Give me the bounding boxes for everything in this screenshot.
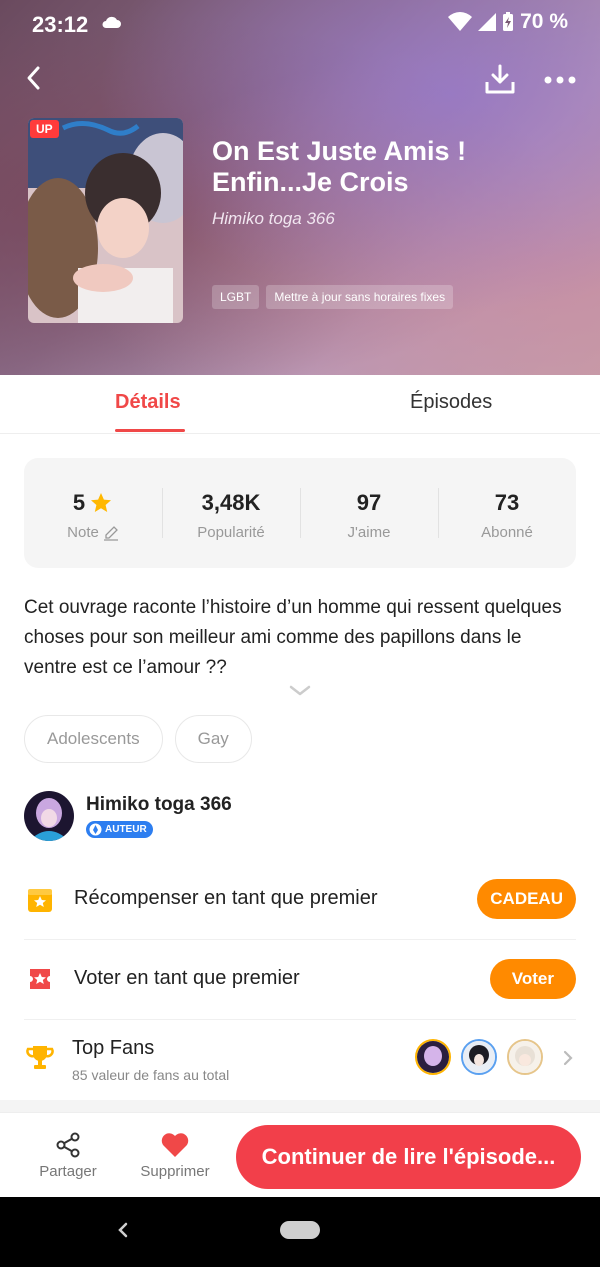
- reward-label: Récompenser en tant que premier: [74, 887, 378, 909]
- share-icon: [56, 1132, 80, 1158]
- stat-popularity: 3,48K Popularité: [162, 458, 300, 568]
- more-options-icon[interactable]: [540, 62, 580, 98]
- edit-icon: [103, 525, 118, 541]
- vote-button[interactable]: Voter: [489, 959, 576, 999]
- nav-home-pill[interactable]: [280, 1221, 320, 1239]
- author-row[interactable]: Himiko toga 366 AUTEUR: [24, 790, 576, 842]
- stat-subscribers-value: 73: [494, 490, 520, 515]
- delete-button[interactable]: Supprimer: [130, 1131, 220, 1180]
- genre-list: Adolescents Gay: [24, 715, 252, 763]
- stat-popularity-label: Popularité: [197, 524, 265, 541]
- status-bar: 23:12 70 %: [0, 0, 600, 48]
- vote-label: Voter en tant que premier: [74, 967, 300, 989]
- stat-rating-label: Note: [67, 524, 99, 541]
- vote-ticket-icon: [30, 969, 50, 989]
- bottom-action-bar: Partager Supprimer Continuer de lire l'é…: [0, 1112, 600, 1198]
- top-fans-row[interactable]: Top Fans 85 valeur de fans au total: [24, 1019, 576, 1099]
- status-time: 23:12: [32, 12, 89, 37]
- section-divider: [0, 1100, 600, 1112]
- stat-popularity-value: 3,48K: [201, 490, 261, 515]
- book-cover[interactable]: [28, 118, 183, 323]
- delete-label: Supprimer: [140, 1163, 210, 1180]
- share-label: Partager: [39, 1163, 97, 1180]
- stat-likes-value: 97: [356, 490, 382, 515]
- tab-episodes[interactable]: Épisodes: [410, 391, 492, 414]
- hero-header: 23:12 70 % UP On Est Juste Amis ! Enfin.…: [0, 0, 600, 375]
- stat-subscribers: 73 Abonné: [438, 458, 576, 568]
- back-icon[interactable]: [18, 60, 54, 96]
- wifi-icon: [448, 12, 473, 31]
- author-badge: AUTEUR: [86, 821, 153, 838]
- book-title: On Est Juste Amis ! Enfin...Je Crois: [212, 136, 467, 197]
- author-name: Himiko toga 366: [86, 794, 232, 815]
- reward-row: Récompenser en tant que premier CADEAU: [24, 859, 576, 940]
- tab-details[interactable]: Détails: [115, 391, 181, 414]
- stat-likes: 97 J'aime: [300, 458, 438, 568]
- tab-active-indicator: [115, 429, 185, 432]
- gift-icon: [28, 889, 52, 912]
- up-badge: UP: [30, 120, 59, 138]
- author-badge-label: AUTEUR: [105, 824, 147, 835]
- star-icon: [91, 493, 112, 512]
- top-fans-subtitle: 85 valeur de fans au total: [72, 1067, 230, 1083]
- tab-bar: Détails Épisodes: [0, 375, 600, 434]
- heart-icon: [161, 1133, 189, 1157]
- system-nav-bar: [0, 1197, 600, 1267]
- tag-list: LGBT Mettre à jour sans horaires fixes: [212, 285, 454, 309]
- stats-panel: 5 Note 3,48K Popularité 97 J'aime 73 Abo…: [24, 458, 576, 568]
- continue-reading-button[interactable]: Continuer de lire l'épisode...: [236, 1125, 581, 1189]
- signal-icon: [478, 13, 497, 31]
- nav-back-icon[interactable]: [115, 1219, 131, 1241]
- book-author[interactable]: Himiko toga 366: [212, 209, 335, 229]
- tag-lgbt[interactable]: LGBT: [212, 285, 260, 309]
- vote-row: Voter en tant que premier Voter: [24, 939, 576, 1020]
- cloud-icon: [102, 16, 121, 28]
- top-fans-title: Top Fans: [72, 1037, 155, 1059]
- fan-avatar-1: [415, 1039, 451, 1075]
- chevron-right-icon[interactable]: [562, 1049, 574, 1067]
- quill-icon: [89, 823, 102, 836]
- stat-rating-value: 5: [72, 490, 86, 515]
- share-button[interactable]: Partager: [23, 1131, 113, 1180]
- fan-avatar-2: [461, 1039, 497, 1075]
- chevron-down-icon[interactable]: [288, 684, 312, 698]
- fan-avatar-3: [507, 1039, 543, 1075]
- genre-gay[interactable]: Gay: [174, 715, 252, 763]
- stat-subscribers-label: Abonné: [481, 524, 533, 541]
- genre-adolescents[interactable]: Adolescents: [24, 715, 163, 763]
- tag-schedule[interactable]: Mettre à jour sans horaires fixes: [266, 285, 454, 309]
- avatar[interactable]: [24, 791, 74, 841]
- battery-level: 70 %: [520, 10, 568, 33]
- stat-likes-label: J'aime: [347, 524, 391, 541]
- book-description: Cet ouvrage raconte l’histoire d’un homm…: [24, 597, 562, 678]
- gift-button[interactable]: CADEAU: [477, 879, 576, 919]
- stat-rating[interactable]: 5 Note: [24, 458, 162, 568]
- battery-icon: [503, 12, 514, 31]
- download-icon[interactable]: [482, 62, 518, 98]
- trophy-icon: [26, 1046, 54, 1069]
- system-icons: 70 %: [448, 10, 568, 34]
